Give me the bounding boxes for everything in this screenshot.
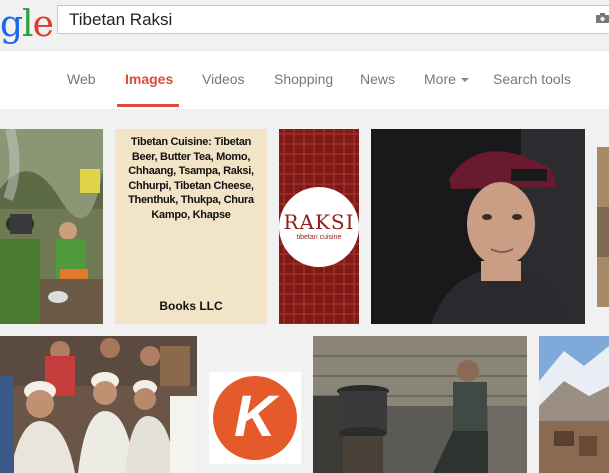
image-results: Tibetan Cuisine: Tibetan Beer, Butter Te… (0, 109, 609, 473)
search-nav: Web Images Videos Shopping News More Sea… (0, 51, 609, 108)
tab-news[interactable]: News (360, 71, 395, 87)
raksi-title: RAKSI (283, 210, 355, 234)
tab-images[interactable]: Images (125, 71, 173, 87)
tab-more-label: More (424, 71, 456, 87)
image-result-outdoor-cooking[interactable] (0, 129, 103, 324)
google-logo[interactable]: gle (0, 4, 54, 45)
image-result-partial-right[interactable] (597, 147, 609, 307)
tab-videos[interactable]: Videos (202, 71, 245, 87)
outdoor-cooking-image (0, 129, 103, 324)
mountain-village-image (539, 336, 609, 473)
image-result-crowd[interactable] (0, 336, 197, 473)
top-bar: gle Tibetan Raksi (0, 0, 609, 51)
tab-search-tools[interactable]: Search tools (493, 71, 571, 87)
partial-image (597, 147, 609, 307)
k-logo-letter: K (234, 384, 276, 449)
cooking-pot-image (313, 336, 527, 473)
image-result-book-cover[interactable]: Tibetan Cuisine: Tibetan Beer, Butter Te… (115, 129, 267, 324)
portrait-image (371, 129, 585, 324)
book-title: Tibetan Cuisine: Tibetan Beer, Butter Te… (128, 136, 254, 221)
image-result-mountain-village[interactable] (539, 336, 609, 473)
tab-shopping[interactable]: Shopping (274, 71, 333, 87)
image-result-raksi-logo[interactable]: RAKSI tibetan cuisine (279, 129, 359, 324)
active-tab-indicator (117, 104, 179, 107)
book-publisher: Books LLC (159, 299, 223, 313)
search-input[interactable]: Tibetan Raksi (69, 10, 172, 30)
caret-down-icon (460, 78, 469, 83)
tab-web[interactable]: Web (67, 71, 96, 87)
crowd-image (0, 336, 197, 473)
camera-icon[interactable] (596, 13, 609, 23)
image-result-cooking-pot[interactable] (313, 336, 527, 473)
image-result-k-logo[interactable]: K (209, 372, 301, 464)
raksi-subtitle: tibetan cuisine (296, 234, 342, 241)
image-result-portrait[interactable] (371, 129, 585, 324)
tab-more[interactable]: More (424, 71, 469, 87)
search-box[interactable]: Tibetan Raksi (57, 5, 609, 34)
